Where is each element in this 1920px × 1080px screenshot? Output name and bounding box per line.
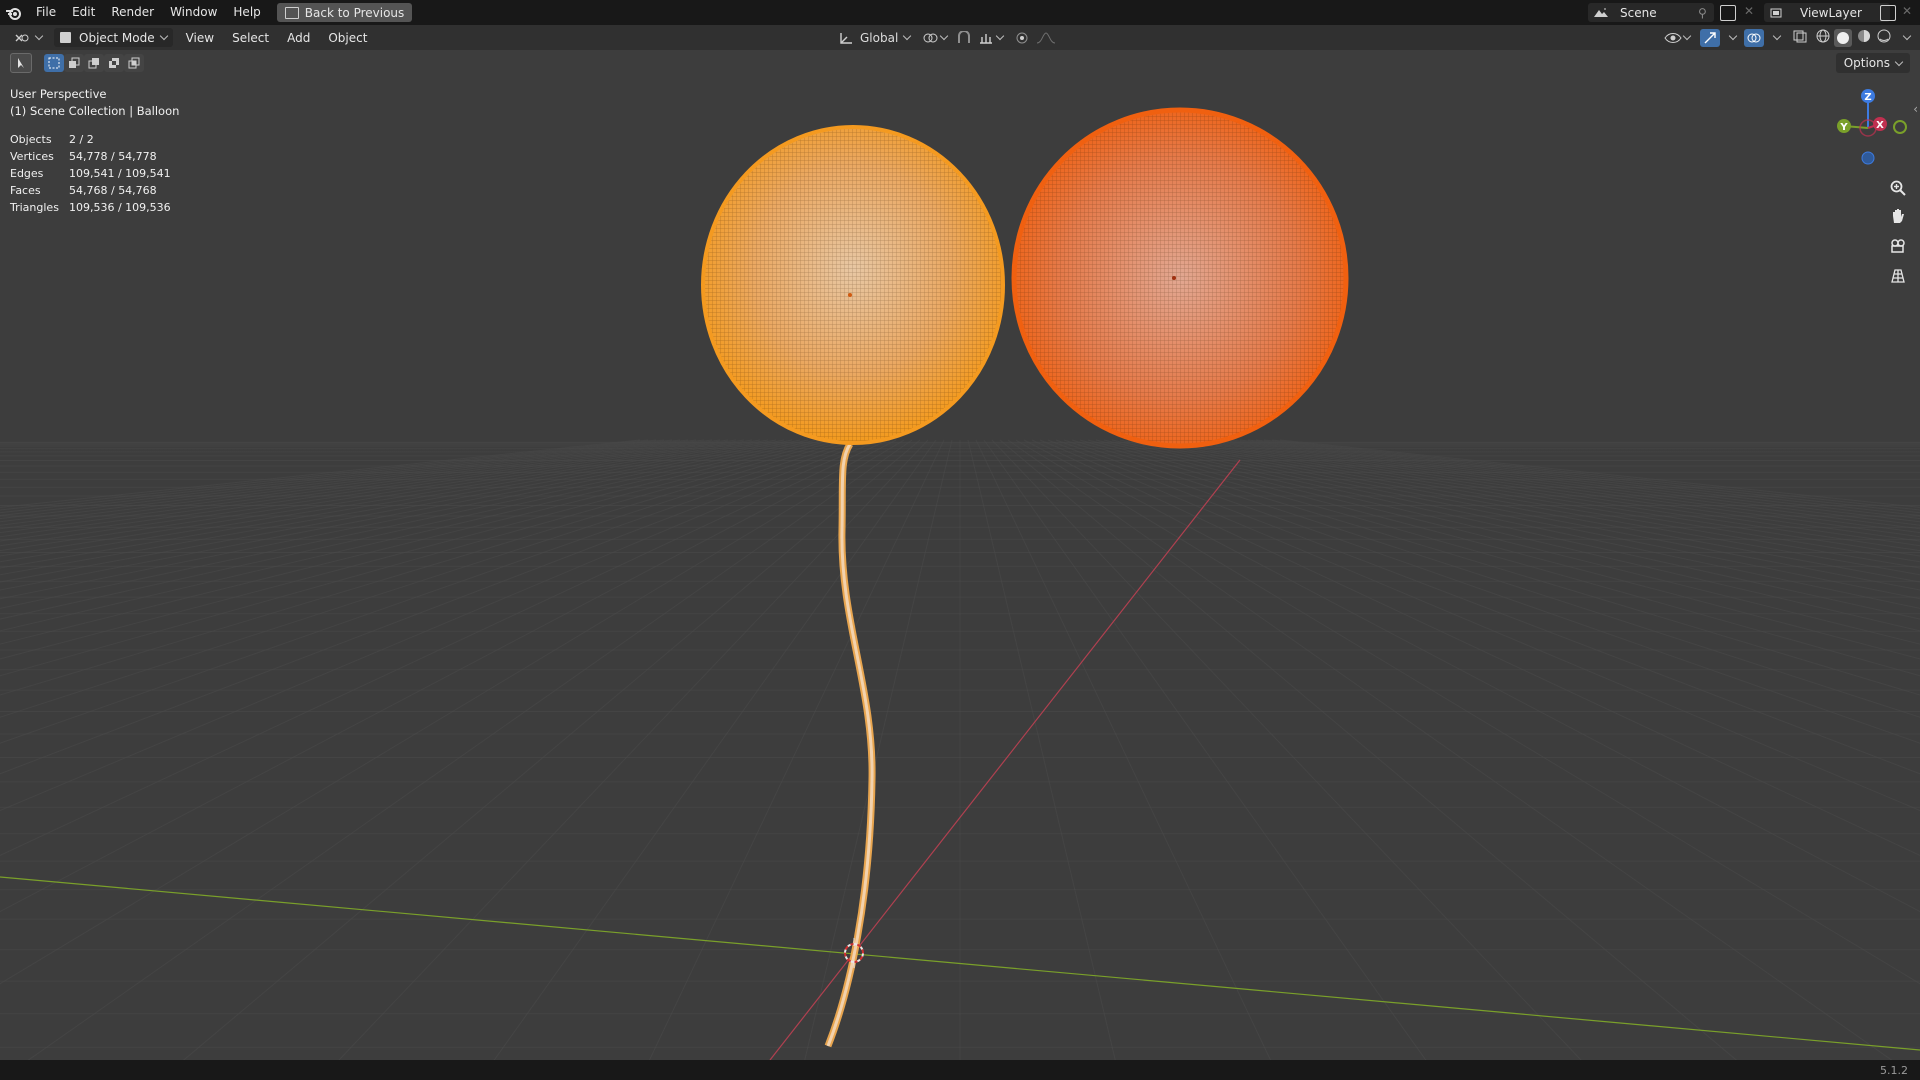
overlays-toggle-icon[interactable] [1744,28,1764,47]
delete-viewlayer-icon[interactable]: ✕ [1902,4,1912,18]
stat-value: 109,536 / 109,536 [69,201,171,214]
stat-value: 2 / 2 [69,133,94,146]
shading-rendered-icon[interactable] [1876,28,1892,47]
top-menu-bar: File Edit Render Window Help Back to Pre… [0,0,1920,25]
stat-row-objects: Objects 2 / 2 [10,131,171,148]
gizmo-dropdown-icon[interactable] [1728,31,1738,41]
tool-settings-row [10,52,144,74]
options-dropdown[interactable]: Options [1835,53,1910,73]
navigation-gizmo[interactable]: Z Y X [1828,84,1908,174]
select-box-subtract-icon[interactable] [84,54,104,72]
shading-solid-icon[interactable] [1834,28,1852,47]
menu-edit[interactable]: Edit [64,0,103,25]
falloff-icon[interactable] [1036,31,1058,45]
select-box-invert-icon[interactable] [104,54,124,72]
viewport-canvas[interactable] [0,50,1920,1060]
select-box-new-icon[interactable] [44,54,64,72]
sidebar-toggle-icon[interactable]: ‹ [1913,102,1918,116]
shading-wireframe-icon[interactable] [1815,28,1831,47]
orientation-label: Global [860,30,899,45]
menu-render[interactable]: Render [103,0,162,25]
viewlayer-browse-icon[interactable] [1764,7,1790,19]
visibility-icon[interactable] [1664,31,1692,45]
viewport-header: Object Mode View Select Add Object Globa… [0,25,1920,50]
perspective-toggle-icon[interactable] [1886,264,1910,288]
gizmo-y-label: Y [1839,122,1848,133]
stat-label: Triangles [10,201,59,214]
3d-viewport[interactable] [0,50,1920,1060]
stat-row-vertices: Vertices 54,778 / 54,778 [10,148,171,165]
balloon-left-orange [701,125,1005,445]
stat-label: Faces [10,184,41,197]
camera-view-icon[interactable] [1886,234,1910,258]
new-scene-icon[interactable] [1720,5,1736,21]
pan-hand-icon[interactable] [1886,204,1910,228]
viewlayer-name[interactable]: ViewLayer [1790,6,1890,20]
options-label: Options [1843,56,1890,70]
pin-icon[interactable]: ⚲ [1698,6,1714,20]
select-box-extend-icon[interactable] [64,54,84,72]
delete-scene-icon[interactable]: ✕ [1744,4,1754,18]
menu-window[interactable]: Window [162,0,225,25]
scene-statistics: Objects 2 / 2 Vertices 54,778 / 54,778 Edg… [10,131,171,216]
view-perspective-label: User Perspective [10,87,107,101]
xray-toggle-icon[interactable] [1792,29,1808,46]
proportional-editing-icon[interactable] [1014,31,1030,45]
scene-selector[interactable]: Scene ⚲ [1588,3,1714,22]
gizmo-z-label: Z [1864,92,1871,103]
back-to-previous-label: Back to Previous [304,5,405,20]
active-collection-label: (1) Scene Collection | Balloon [10,104,180,118]
viewport-info: User Perspective (1) Scene Collection | … [10,86,179,120]
mode-label: Object Mode [79,30,155,45]
shading-dropdown-icon[interactable] [1902,31,1912,41]
stat-value: 54,778 / 54,778 [69,150,157,163]
transform-orientation-dropdown[interactable]: Global [838,30,912,45]
orientation-icon [840,32,852,44]
stat-row-edges: Edges 109,541 / 109,541 [10,165,171,182]
screen-icon [284,6,299,19]
floor-grid [0,439,1920,1060]
version-label: 5.1.2 [1880,1064,1908,1077]
menu-add[interactable]: Add [278,31,319,45]
mode-dropdown[interactable]: Object Mode [54,28,173,47]
snap-target-icon[interactable] [978,31,1005,45]
select-tool-icon[interactable] [10,53,32,73]
stat-label: Vertices [10,150,54,163]
select-box-intersect-icon[interactable] [124,54,144,72]
pivot-point-icon[interactable] [922,31,949,45]
shading-material-icon[interactable] [1856,28,1872,47]
stat-label: Objects [10,133,52,146]
menu-select[interactable]: Select [223,31,278,45]
overlays-dropdown-icon[interactable] [1772,31,1782,41]
stat-value: 54,768 / 54,768 [69,184,157,197]
snap-icon[interactable] [956,30,972,45]
stat-row-triangles: Triangles 109,536 / 109,536 [10,199,171,216]
menu-object[interactable]: Object [319,31,376,45]
editor-type-dropdown[interactable] [10,31,46,44]
status-bar: 5.1.2 [0,1060,1920,1080]
back-to-previous-button[interactable]: Back to Previous [276,3,413,22]
menu-help[interactable]: Help [225,0,268,25]
new-viewlayer-icon[interactable] [1880,5,1896,21]
scene-name[interactable]: Scene [1614,6,1698,20]
blender-logo-icon[interactable] [0,0,28,25]
scene-browse-icon[interactable] [1588,7,1614,19]
viewlayer-selector[interactable]: ViewLayer [1764,3,1890,22]
zoom-icon[interactable] [1886,176,1910,200]
menu-file[interactable]: File [28,0,64,25]
stat-value: 109,541 / 109,541 [69,167,171,180]
stat-row-faces: Faces 54,768 / 54,768 [10,182,171,199]
gizmo-toggle-icon[interactable] [1700,28,1720,47]
3d-viewport-icon [15,34,29,41]
menu-view[interactable]: View [177,31,223,45]
stat-label: Edges [10,167,44,180]
gizmo-x-label: X [1876,120,1884,131]
balloon-string [824,442,876,1048]
balloon-right-red [1011,107,1349,449]
object-mode-icon [60,32,71,43]
